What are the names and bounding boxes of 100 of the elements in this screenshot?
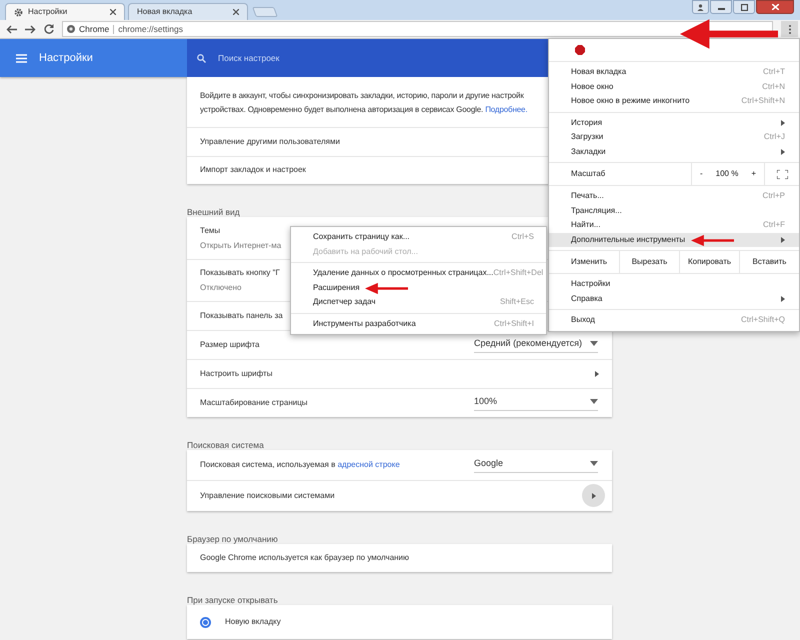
menu-item[interactable]: Удаление данных о просмотренных страницах...Ctrl+Shift+Del: [291, 266, 546, 280]
setting-label: Управление поисковыми системами: [200, 490, 335, 502]
menu-item[interactable]: Настройки: [549, 277, 799, 292]
sign-in-text: Войдите в аккаунт, чтобы синхронизировать закладки, историю, пароли и другие настройк устройствах. Одновременно будет выполнена авторизация в сервисах Google. Подробнее.: [200, 90, 528, 116]
section-heading: Внешний вид: [187, 206, 240, 219]
close-window-button[interactable]: [756, 0, 794, 14]
menu-icon[interactable]: [16, 54, 27, 62]
shortcut-label: Ctrl+J: [764, 131, 785, 144]
tab-title: Настройки: [28, 6, 68, 18]
menu-item[interactable]: Расширения: [291, 280, 546, 295]
gear-icon: [14, 8, 23, 16]
close-icon: [772, 4, 778, 10]
dropdown-caret-icon: [590, 398, 598, 404]
menu-item[interactable]: Закладки: [549, 144, 799, 159]
browser-tab[interactable]: Новая вкладка: [128, 3, 248, 20]
submenu-arrow-icon: [781, 236, 785, 243]
shortcut-label: Ctrl+Shift+I: [494, 318, 534, 330]
chevron-icon: [595, 370, 599, 377]
close-icon[interactable]: [233, 9, 239, 15]
setting-label: Поисковая система, используемая в адресной строке: [200, 458, 400, 471]
menu-item[interactable]: Новое окно в режиме инкогнито Ctrl+Shift+N: [549, 94, 799, 108]
shortcut-label: Ctrl+T: [763, 66, 785, 78]
shortcut-label: Ctrl+F: [763, 219, 785, 232]
chevron-icon: [592, 492, 596, 498]
open-subpage-button[interactable]: [582, 484, 605, 507]
menu-item[interactable]: Сохранить страницу как... Ctrl+S: [291, 230, 546, 244]
shortcut-label: Ctrl+Shift+Q: [740, 314, 785, 326]
user-button[interactable]: [692, 0, 709, 14]
maximize-button[interactable]: [733, 0, 755, 14]
section-heading: Браузер по умолчанию: [187, 532, 278, 546]
reload-icon[interactable]: [44, 24, 54, 34]
search-field[interactable]: Поиск настроек: [187, 39, 548, 77]
menu-item[interactable]: Загрузки Ctrl+J: [549, 130, 799, 144]
setting-label: Настроить шрифты: [200, 368, 272, 380]
setting-label: Показывать панель за: [200, 310, 283, 322]
menu-item[interactable]: Новое окно Ctrl+N: [549, 80, 799, 94]
submenu-arrow-icon: [781, 148, 785, 155]
submenu-arrow-icon: [781, 296, 785, 302]
tab-title: Новая вкладка: [137, 6, 194, 18]
menu-item[interactable]: Трансляция...: [549, 204, 799, 218]
browser-tab[interactable]: Настройки: [5, 3, 125, 20]
shortcut-label: Ctrl+Shift+N: [741, 95, 785, 108]
dropdown[interactable]: 100%: [474, 394, 598, 411]
menu-item[interactable]: Новая вкладка Ctrl+T: [549, 65, 799, 80]
radio-button[interactable]: [200, 616, 211, 628]
setting-label: Новую вкладку: [225, 616, 281, 628]
setting-label: Показывать кнопку "Г: [200, 267, 280, 279]
fullscreen-icon[interactable]: [776, 170, 788, 178]
shortcut-label: Ctrl+Shift+Del: [493, 267, 544, 280]
shortcut-label: Ctrl+N: [762, 80, 785, 93]
menu-item[interactable]: Справка: [549, 292, 799, 306]
section-heading: При запуске открывать: [187, 594, 278, 607]
octagon-icon[interactable]: [575, 45, 585, 55]
menu-item[interactable]: Диспетчер задач Shift+Esc: [291, 295, 546, 310]
menu-item-label: Изменить: [570, 256, 608, 268]
zoom-out-button[interactable]: -: [696, 168, 706, 180]
dropdown[interactable]: Средний (рекомендуется): [474, 336, 598, 353]
close-icon[interactable]: [110, 9, 116, 15]
dropdown[interactable]: Google: [474, 456, 598, 473]
setting-label: Google Chrome используется как браузер по умолчанию: [200, 552, 410, 564]
learn-more-link[interactable]: Подробнее.: [485, 105, 528, 114]
menu-item[interactable]: Найти... Ctrl+F: [549, 218, 799, 232]
setting-label: Импорт закладок и настроек: [200, 164, 306, 176]
setting-label: Темы: [200, 224, 220, 236]
setting-label: Размер шрифта: [200, 338, 260, 351]
zoom-in-button[interactable]: +: [748, 168, 759, 180]
page-title: Настройки: [39, 50, 93, 66]
pointer-arrow: [365, 282, 408, 294]
url-text: chrome://settings: [118, 22, 183, 36]
setting-label: Управление другими пользователями: [200, 136, 340, 148]
setting-description: Отключено: [200, 282, 242, 294]
forward-icon[interactable]: [25, 24, 36, 34]
person-icon: [697, 4, 704, 10]
menu-item[interactable]: Выход Ctrl+Shift+Q: [549, 313, 799, 328]
shortcut-label: Ctrl+S: [512, 231, 534, 244]
maximize-icon: [740, 4, 748, 10]
dropdown-caret-icon: [590, 340, 598, 346]
menu-item[interactable]: Дополнительные инструменты: [549, 232, 799, 247]
dropdown-caret-icon: [590, 460, 598, 466]
submenu-arrow-icon: [781, 120, 785, 126]
menu-item[interactable]: Инструменты разработчика Ctrl+Shift+I: [291, 316, 546, 331]
pointer-arrow: [691, 234, 734, 246]
back-icon[interactable]: [6, 24, 17, 34]
minimize-icon: [718, 8, 724, 10]
edit-button[interactable]: Вставить: [739, 251, 799, 273]
address-bar[interactable]: Chrome chrome://settings: [62, 21, 773, 37]
edit-button[interactable]: Вырезать: [619, 251, 679, 273]
menu-item[interactable]: Печать... Ctrl+P: [549, 189, 799, 204]
zoom-level: 100 %: [716, 168, 738, 180]
shortcut-label: Shift+Esc: [500, 296, 534, 308]
setting-description: Открыть Интернет-ма: [200, 240, 282, 252]
setting-label: Масштабирование страницы: [200, 396, 308, 409]
search-icon: [197, 54, 206, 62]
link[interactable]: адресной строке: [338, 460, 400, 469]
section-heading: Поисковая система: [187, 439, 264, 452]
minimize-button[interactable]: [710, 0, 732, 14]
edit-button[interactable]: Копировать: [679, 251, 739, 273]
menu-item-label: Масштаб: [570, 168, 606, 180]
menu-item[interactable]: История: [549, 116, 799, 130]
menu-button[interactable]: [781, 21, 798, 37]
